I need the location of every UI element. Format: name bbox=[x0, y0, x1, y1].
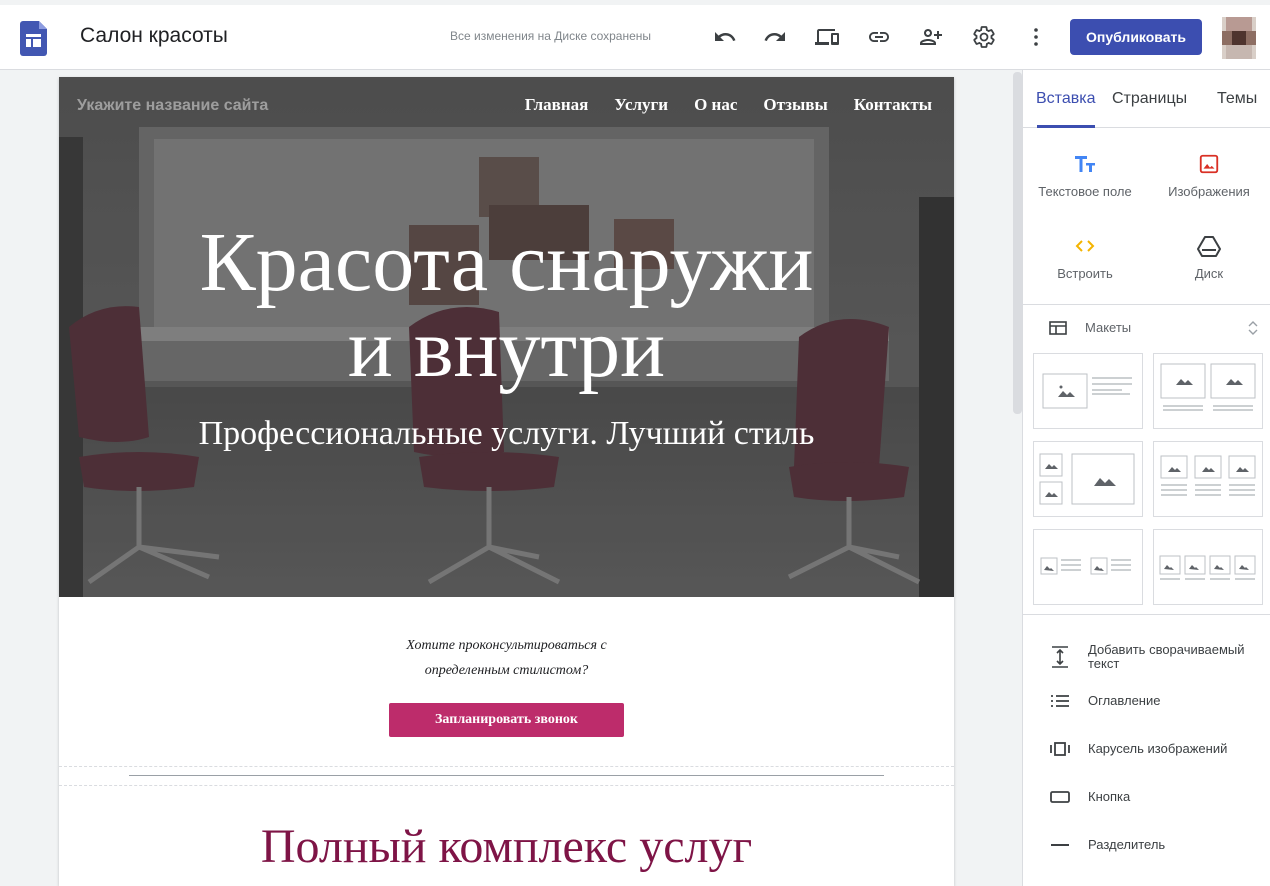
more-options-button[interactable] bbox=[1021, 22, 1051, 52]
insert-embed-label: Встроить bbox=[1057, 266, 1113, 281]
section-boundary bbox=[59, 785, 954, 786]
text-box-icon bbox=[1075, 156, 1095, 172]
table-of-contents-icon bbox=[1051, 695, 1069, 707]
copy-link-button[interactable] bbox=[864, 22, 894, 52]
add-person-icon bbox=[920, 29, 942, 45]
panel-separator bbox=[1023, 614, 1270, 615]
consult-line-2: определенным стилистом? bbox=[424, 663, 589, 678]
gear-icon bbox=[973, 26, 995, 48]
tab-pages[interactable]: Страницы bbox=[1112, 90, 1187, 108]
layout-image-text-preview bbox=[1042, 373, 1132, 409]
side-panel: Вставка Страницы Темы Текстовое поле Изо… bbox=[1022, 70, 1270, 886]
layout-card[interactable] bbox=[1033, 353, 1143, 429]
more-vert-icon bbox=[1034, 28, 1038, 46]
component-button[interactable]: Кнопка bbox=[1049, 790, 1268, 804]
insert-embed[interactable]: Встроить bbox=[1023, 234, 1147, 281]
site-page[interactable]: Укажите название сайта Главная Услуги О … bbox=[59, 77, 954, 886]
redo-button[interactable] bbox=[760, 22, 790, 52]
layout-card[interactable] bbox=[1153, 441, 1263, 517]
consult-text[interactable]: Хотите проконсультироваться с определенн… bbox=[59, 633, 954, 683]
active-tab-indicator bbox=[1037, 125, 1095, 128]
canvas-scrollbar[interactable] bbox=[1013, 72, 1022, 414]
tab-insert[interactable]: Вставка bbox=[1036, 90, 1095, 108]
nav-item-services[interactable]: Услуги bbox=[614, 95, 668, 115]
hero-title-line-2: и внутри bbox=[347, 302, 666, 395]
nav-item-home[interactable]: Главная bbox=[525, 95, 589, 115]
nav-item-contacts[interactable]: Контакты bbox=[854, 95, 932, 115]
insert-drive-label: Диск bbox=[1194, 266, 1224, 281]
component-table-of-contents-label: Оглавление bbox=[1088, 693, 1161, 708]
insert-drive[interactable]: Диск bbox=[1147, 234, 1270, 281]
hero-section[interactable]: Укажите название сайта Главная Услуги О … bbox=[59, 77, 954, 597]
divider[interactable] bbox=[129, 775, 884, 776]
link-icon bbox=[869, 32, 889, 42]
layout-three-columns-preview bbox=[1160, 455, 1256, 496]
layout-two-media-preview bbox=[1040, 557, 1131, 575]
layout-two-images-preview bbox=[1160, 363, 1256, 411]
component-collapsible-text[interactable]: Добавить сворачиваемый текст bbox=[1049, 643, 1268, 671]
sites-logo-icon[interactable] bbox=[20, 21, 47, 56]
layout-card[interactable] bbox=[1033, 529, 1143, 605]
schedule-call-button[interactable]: Запланировать звонок bbox=[389, 703, 624, 737]
top-edge bbox=[0, 0, 1270, 5]
site-name-placeholder[interactable]: Укажите название сайта bbox=[77, 97, 268, 115]
insert-images-label: Изображения bbox=[1168, 184, 1250, 199]
preview-button[interactable] bbox=[812, 22, 842, 52]
preview-devices-icon bbox=[815, 29, 839, 45]
share-button[interactable] bbox=[916, 22, 946, 52]
component-divider[interactable]: Разделитель bbox=[1049, 838, 1268, 852]
layouts-label: Макеты bbox=[1085, 320, 1132, 335]
component-collapsible-text-label: Добавить сворачиваемый текст bbox=[1088, 642, 1245, 671]
avatar[interactable] bbox=[1222, 17, 1256, 59]
layouts-icon bbox=[1049, 320, 1067, 335]
top-bar: Салон красоты Все изменения на Диске сох… bbox=[0, 0, 1270, 70]
consult-line-1: Хотите проконсультироваться с bbox=[406, 638, 607, 653]
button-icon bbox=[1050, 791, 1070, 803]
component-button-label: Кнопка bbox=[1088, 789, 1131, 804]
insert-text-box-label: Текстовое поле bbox=[1038, 184, 1132, 199]
nav-item-reviews[interactable]: Отзывы bbox=[763, 95, 827, 115]
document-title[interactable]: Салон красоты bbox=[80, 24, 228, 48]
collapsible-text-icon bbox=[1052, 646, 1068, 668]
layout-four-columns-preview bbox=[1159, 555, 1256, 580]
divider-icon bbox=[1051, 844, 1069, 846]
drive-icon bbox=[1197, 236, 1221, 257]
embed-icon bbox=[1075, 240, 1095, 252]
panel-separator bbox=[1023, 304, 1270, 305]
nav-item-about[interactable]: О нас bbox=[694, 95, 737, 115]
insert-text-box[interactable]: Текстовое поле bbox=[1023, 152, 1147, 199]
services-section-title[interactable]: Полный комплекс услуг bbox=[59, 819, 954, 874]
component-table-of-contents[interactable]: Оглавление bbox=[1049, 694, 1268, 708]
site-navigation: Главная Услуги О нас Отзывы Контакты bbox=[525, 95, 932, 115]
layout-card[interactable] bbox=[1153, 529, 1263, 605]
component-image-carousel[interactable]: Карусель изображений bbox=[1049, 742, 1268, 756]
panel-tabs: Вставка Страницы Темы bbox=[1023, 70, 1270, 128]
image-icon bbox=[1199, 154, 1219, 174]
component-image-carousel-label: Карусель изображений bbox=[1088, 741, 1228, 756]
carousel-icon bbox=[1050, 742, 1070, 756]
collapse-icon bbox=[1248, 321, 1258, 335]
layouts-collapse-button[interactable] bbox=[1247, 320, 1259, 341]
redo-icon bbox=[764, 32, 785, 41]
section-boundary bbox=[59, 766, 954, 767]
save-status: Все изменения на Диске сохранены bbox=[450, 29, 652, 43]
layouts-header[interactable]: Макеты bbox=[1049, 320, 1131, 335]
insert-images[interactable]: Изображения bbox=[1147, 152, 1270, 199]
layout-card[interactable] bbox=[1153, 353, 1263, 429]
layout-gallery-preview bbox=[1039, 453, 1135, 505]
component-divider-label: Разделитель bbox=[1088, 837, 1166, 852]
hero-subtitle[interactable]: Профессиональные услуги. Лучший стиль bbox=[59, 415, 954, 453]
hero-title[interactable]: Красота снаружи и внутри bbox=[59, 220, 954, 392]
layout-card[interactable] bbox=[1033, 441, 1143, 517]
hero-title-line-1: Красота снаружи bbox=[199, 216, 814, 309]
publish-button[interactable]: Опубликовать bbox=[1070, 19, 1202, 55]
tab-themes[interactable]: Темы bbox=[1217, 90, 1257, 108]
undo-button[interactable] bbox=[710, 22, 740, 52]
undo-icon bbox=[715, 32, 736, 41]
settings-button[interactable] bbox=[969, 22, 999, 52]
